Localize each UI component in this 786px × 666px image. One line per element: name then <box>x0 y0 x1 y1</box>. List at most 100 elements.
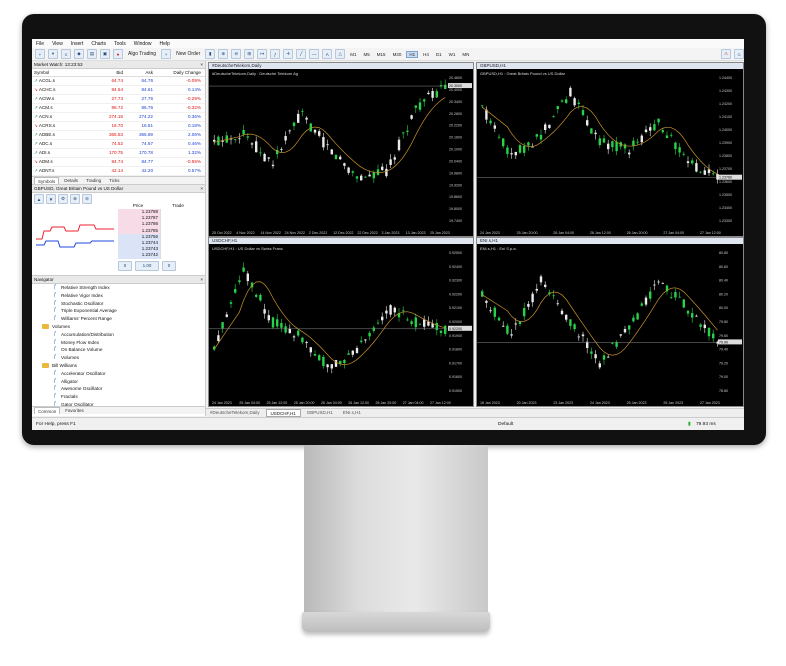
tab-ticks[interactable]: Ticks <box>106 177 122 184</box>
candlestick-chart[interactable]: USDCHF,H1 : US Dollar vs Swiss Franc 0.92… <box>209 244 473 406</box>
tab-common[interactable]: Common <box>34 407 61 414</box>
candle-body <box>661 282 664 284</box>
market-watch-row[interactable]: ↘ ACHC.s 84.54 84.61 0.14% <box>32 86 205 95</box>
algo-trading-button[interactable]: Algo Trading <box>126 51 158 57</box>
shapes-icon[interactable]: △ <box>335 49 346 59</box>
navigator-item[interactable]: ƒ Awesome Oscillator <box>32 385 205 393</box>
terminal-icon[interactable]: ▣ <box>100 49 110 59</box>
chart-window[interactable]: #DeutscheTelekom,Daily #DeutscheTelekom,D… <box>208 62 474 237</box>
market-watch-row[interactable]: ↗ ADC.s 74.52 74.67 0.46% <box>32 140 205 149</box>
menu-file[interactable]: File <box>36 41 44 47</box>
navigator-item[interactable]: ƒ Relative Vigor Index <box>32 292 205 300</box>
market-watch-row[interactable]: ↗ ADI.s 170.75 170.78 1.32% <box>32 149 205 158</box>
ide-icon[interactable]: ◆ <box>74 49 84 59</box>
algo-trading-icon[interactable]: ● <box>113 49 123 59</box>
market-watch-row[interactable]: ↗ ACM.s 86.72 86.76 -0.32% <box>32 104 205 113</box>
text-tool-icon[interactable]: A <box>322 49 333 59</box>
chart-tab-usdchf[interactable]: USDCHF,H1 <box>265 409 301 417</box>
timeframe-w1[interactable]: W1 <box>447 52 458 57</box>
candlestick-chart[interactable]: #DeutscheTelekom,Daily : Deutsche Teleko… <box>209 69 473 236</box>
navigator-item[interactable]: ƒ Williams' Percent Range <box>32 315 205 323</box>
navigator-item[interactable]: ƒ Accumulation/Distribution <box>32 331 205 339</box>
chart-tab-gbpusd[interactable]: GBPUSD,H1 <box>303 409 337 417</box>
autoscroll-icon[interactable]: ↦ <box>257 49 268 59</box>
chart-window[interactable]: USDCHF,H1 USDCHF,H1 : US Dollar vs Swiss … <box>208 237 474 407</box>
chart-type-icon[interactable]: ▮ <box>205 49 216 59</box>
market-watch-row[interactable]: ↗ ACGL.s 64.74 64.76 -0.09% <box>32 77 205 86</box>
hline-icon[interactable]: — <box>309 49 320 59</box>
navigator-item[interactable]: Bill Williams <box>32 362 205 370</box>
new-order-icon[interactable]: + <box>161 49 172 59</box>
navigator-item[interactable]: ƒ Alligator <box>32 378 205 386</box>
menu-view[interactable]: View <box>52 41 63 47</box>
x-tick-label: 14 Nov 2022 <box>260 231 280 235</box>
spin-left-field[interactable]: 0 <box>118 260 132 271</box>
tab-trading[interactable]: Trading <box>83 177 104 184</box>
timeframe-d1[interactable]: D1 <box>434 52 444 57</box>
navigator-item[interactable]: ƒ Money Flow Index <box>32 339 205 347</box>
tab-details[interactable]: Details <box>61 177 81 184</box>
alerts-icon[interactable]: ⚠ <box>721 49 731 59</box>
navigator-item[interactable]: ƒ Triple Exponential Average <box>32 307 205 315</box>
timeframe-m1[interactable]: M1 <box>348 52 358 57</box>
candlestick-chart[interactable]: GBPUSD,H1 : Great Britain Pound vs US Do… <box>477 69 743 236</box>
new-chart-icon[interactable]: + <box>35 49 45 59</box>
timeframe-m5[interactable]: M5 <box>362 52 372 57</box>
volume-field[interactable]: 1.00 <box>135 260 159 271</box>
tab-favorites[interactable]: Favorites <box>62 407 87 414</box>
chart-window[interactable]: GBPUSD,H1 GBPUSD,H1 : Great Britain Pound… <box>476 62 744 237</box>
market-watch-icon[interactable]: ≡ <box>61 49 71 59</box>
new-order-button[interactable]: New Order <box>174 51 202 57</box>
navigator-item[interactable]: ƒ Accelerator Oscillator <box>32 370 205 378</box>
candlestick-chart[interactable]: ENI.s,H1 : Eni S.p.a. 80.80 80.60 80.40 80.2… <box>477 244 743 406</box>
history-icon[interactable]: ▤ <box>87 49 97 59</box>
menu-tools[interactable]: Tools <box>114 41 126 47</box>
tab-symbols[interactable]: Symbols <box>34 177 60 184</box>
candle-body <box>288 328 291 334</box>
candle-body <box>544 124 547 130</box>
market-watch-row[interactable]: ↘ ADM.s 84.74 84.77 -0.55% <box>32 158 205 167</box>
depth-row[interactable]: 1.23742 <box>118 252 202 259</box>
timeframe-mn[interactable]: MN <box>460 52 471 57</box>
profiles-icon[interactable]: ▾ <box>48 49 58 59</box>
indicator-icon: ƒ <box>53 307 57 314</box>
market-watch-row[interactable]: ↘ ACRS.s 16.70 16.81 0.18% <box>32 122 205 131</box>
menu-window[interactable]: Window <box>134 41 152 47</box>
timeframe-h4[interactable]: H4 <box>421 52 431 57</box>
timeframe-h1[interactable]: H1 <box>406 50 419 58</box>
menu-charts[interactable]: Charts <box>91 41 106 47</box>
candle-body <box>707 169 711 174</box>
chart-tab-deutschetelekom[interactable]: #DeutscheTelekom,Daily <box>206 409 264 417</box>
candle-body <box>539 276 543 283</box>
market-watch-row[interactable]: ↗ ADBE.s 365.53 365.69 2.06% <box>32 131 205 140</box>
market-watch-row[interactable]: ↗ ADNT.s 42.14 42.20 0.57% <box>32 167 205 176</box>
navigator-item[interactable]: ƒ Stochastic Oscillator <box>32 300 205 308</box>
navigator-item[interactable]: ƒ On Balance Volume <box>32 346 205 354</box>
indicators-icon[interactable]: ƒ <box>270 49 281 59</box>
menu-help[interactable]: Help <box>160 41 170 47</box>
close-icon[interactable]: × <box>200 276 205 283</box>
close-icon[interactable]: × <box>200 185 205 192</box>
chart-window[interactable]: ENI.s,H1 ENI.s,H1 : Eni S.p.a. 80.80 80.60 8… <box>476 237 744 407</box>
market-watch-row[interactable]: ↗ ACN.s 274.18 274.22 0.36% <box>32 113 205 122</box>
navigator-item[interactable]: ƒ Relative Strength Index <box>32 284 205 292</box>
chart-tab-eni[interactable]: ENI.s,H1 <box>339 409 365 417</box>
crosshair-icon[interactable]: ✛ <box>283 49 294 59</box>
zoom-out-icon[interactable]: ⊖ <box>231 49 242 59</box>
spin-right-field[interactable]: 0 <box>162 260 176 271</box>
candle-body <box>556 303 559 305</box>
market-watch-row[interactable]: ↗ ACIW.s 27.73 27.76 -0.29% <box>32 95 205 104</box>
account-icon[interactable]: ☺ <box>734 49 744 59</box>
timeframe-m30[interactable]: M30 <box>391 52 404 57</box>
navigator-item[interactable]: ƒ Volumes <box>32 354 205 362</box>
zoom-in-icon[interactable]: ⊕ <box>218 49 229 59</box>
tile-windows-icon[interactable]: ⊞ <box>244 49 255 59</box>
menu-insert[interactable]: Insert <box>71 41 84 47</box>
x-tick-label: 22 Dec 2022 <box>357 231 377 235</box>
timeframe-m15[interactable]: M15 <box>375 52 388 57</box>
close-icon[interactable]: × <box>200 61 205 68</box>
trendline-icon[interactable]: ╱ <box>296 49 307 59</box>
status-help: For Help, press F1 <box>36 422 76 427</box>
navigator-item[interactable]: ƒ Fractals <box>32 393 205 401</box>
navigator-item[interactable]: Volumes <box>32 323 205 331</box>
